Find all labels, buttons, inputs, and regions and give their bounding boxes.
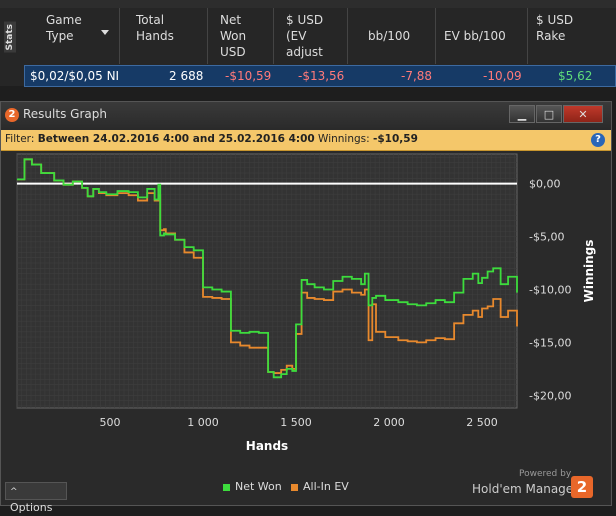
filter-bar[interactable]: Filter: Between 24.02.2016 4:00 and 25.0…: [1, 130, 611, 151]
stats-side-tab[interactable]: Stats: [0, 8, 23, 86]
y-tick-label: $0,00: [529, 178, 561, 191]
options-label: Options: [10, 501, 53, 514]
plot-area: [16, 153, 518, 409]
legend-label-net-won: Net Won: [235, 480, 282, 493]
filter-range: Between 24.02.2016 4:00 and 25.02.2016 4…: [37, 133, 315, 145]
filter-text: Filter: Between 24.02.2016 4:00 and 25.0…: [5, 133, 418, 145]
options-button[interactable]: ^ Options: [5, 482, 67, 514]
col-header-total-hands[interactable]: Total Hands: [120, 8, 208, 64]
cell-ev-bb100: -10,09: [483, 69, 522, 83]
legend-label-all-in-ev: All-In EV: [303, 480, 349, 493]
winnings-label: Winnings:: [318, 133, 370, 145]
cell-rake: $5,62: [558, 69, 593, 83]
window-title: Results Graph: [23, 107, 107, 121]
x-tick-label: 2 000: [373, 416, 405, 429]
winnings-value: -$10,59: [373, 133, 418, 145]
legend-swatch-all-in-ev: [291, 483, 298, 491]
results-graph-window: 2 Results Graph ▁ □ ✕ Filter: Between 24…: [0, 101, 612, 514]
minimize-button[interactable]: ▁: [509, 105, 535, 123]
col-header-game-type[interactable]: Game Type: [22, 8, 120, 64]
top-filter-strip: [0, 0, 616, 8]
cell-total-hands: 2 688: [169, 69, 204, 83]
stats-tab-label: Stats: [4, 22, 16, 53]
col-header-net-won[interactable]: Net Won USD: [208, 8, 274, 64]
cell-ev-adjusted: -$13,56: [298, 69, 345, 83]
y-axis-label: Winnings: [582, 240, 596, 303]
window-titlebar[interactable]: 2 Results Graph ▁ □ ✕: [1, 102, 611, 128]
col-header-bb100[interactable]: bb/100: [348, 8, 436, 64]
table-row[interactable]: $0,02/$0,05 NI 2 688 -$10,59 -$13,56 -7,…: [24, 65, 616, 87]
y-tick-label: -$5,00: [529, 231, 564, 244]
col-header-ev-adjust[interactable]: $ USD (EV adjust: [274, 8, 348, 64]
cell-game-type: $0,02/$0,05 NI: [30, 69, 120, 83]
chevron-down-icon[interactable]: [101, 30, 109, 35]
help-icon[interactable]: ?: [591, 133, 605, 147]
x-tick-label: 1 000: [187, 416, 219, 429]
x-axis-label: Hands: [246, 439, 288, 453]
filter-label: Filter:: [5, 133, 35, 145]
cell-net-won: -$10,59: [225, 69, 272, 83]
stats-table: Game Type Total Hands Net Won USD $ USD …: [22, 8, 616, 87]
cell-bb100: -7,88: [401, 69, 433, 83]
legend-net-won: Net Won: [223, 480, 282, 493]
col-header-rake[interactable]: $ USD Rake: [528, 8, 598, 64]
maximize-button[interactable]: □: [536, 105, 562, 123]
results-chart: $0,00 -$5,00 -$10,00 -$15,00 -$20,00 500 1 000…: [16, 153, 596, 453]
legend-swatch-net-won: [223, 483, 230, 491]
powered-by-text: Powered by: [519, 469, 572, 479]
y-tick-label: -$20,00: [529, 389, 571, 402]
hm2-logo: 2: [571, 476, 593, 498]
col-header-ev-bb100[interactable]: EV bb/100: [436, 8, 528, 64]
y-tick-label: -$15,00: [529, 336, 571, 349]
hm-app-icon: 2: [5, 108, 19, 122]
x-tick-label: 2 500: [466, 416, 498, 429]
x-tick-label: 500: [100, 416, 121, 429]
legend-all-in-ev: All-In EV: [291, 480, 349, 493]
y-tick-label: -$10,00: [529, 283, 571, 296]
brand-name: Hold'em Manager: [472, 482, 579, 496]
x-tick-label: 1 500: [280, 416, 312, 429]
close-button[interactable]: ✕: [563, 105, 603, 123]
chevron-up-icon: ^: [10, 487, 18, 497]
